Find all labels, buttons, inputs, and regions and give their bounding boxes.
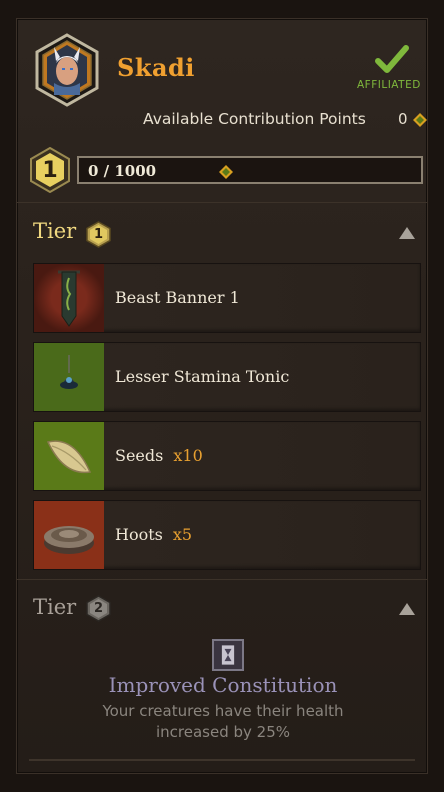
reward-label: Lesser Stamina Tonic — [115, 367, 290, 386]
level-number: 1 — [42, 157, 58, 183]
contribution-label: Available Contribution Points — [143, 110, 366, 128]
bottom-divider — [29, 759, 415, 761]
progress-text: 0 / 1000 — [88, 162, 157, 180]
reward-row[interactable]: Beast Banner 1 — [33, 263, 421, 333]
affiliation-status: AFFILIATED — [357, 79, 421, 91]
reward-label: Seeds x10 — [115, 446, 203, 465]
checkmark-icon — [375, 45, 409, 73]
hourglass-scroll-icon — [212, 639, 244, 671]
section-divider — [17, 202, 427, 203]
reward-row[interactable]: Lesser Stamina Tonic — [33, 342, 421, 412]
collapse-arrow-icon[interactable] — [399, 227, 415, 239]
faction-panel: Skadi AFFILIATED Available Contribution … — [16, 18, 428, 774]
contribution-gem-icon — [413, 113, 427, 127]
contribution-progress-bar: 0 / 1000 — [77, 156, 423, 184]
reward-label: Beast Banner 1 — [115, 288, 240, 307]
tier-1-number: 1 — [93, 227, 104, 242]
contribution-value: 0 — [398, 110, 408, 128]
hero-portrait[interactable] — [34, 33, 100, 107]
tier-1-label: Tier — [33, 219, 77, 243]
tier-1-header[interactable]: Tier 1 — [17, 213, 427, 253]
section-divider — [17, 579, 427, 580]
tonic-icon — [34, 343, 104, 411]
reward-row[interactable]: Hoots x5 — [33, 500, 421, 570]
reward-label: Hoots x5 — [115, 525, 193, 544]
tier-2-label: Tier — [33, 595, 77, 619]
hoots-icon — [34, 501, 104, 569]
tier-2-header[interactable]: Tier 2 — [17, 589, 427, 629]
perk-title: Improved Constitution — [108, 673, 338, 697]
hero-name: Skadi — [117, 53, 195, 82]
expand-arrow-icon[interactable] — [399, 603, 415, 615]
seeds-icon — [34, 422, 104, 490]
tier-2-number: 2 — [93, 601, 104, 616]
progress-gem-icon — [219, 165, 233, 179]
perk-description: Your creatures have their health increas… — [102, 702, 344, 741]
banner-icon — [34, 264, 104, 332]
reward-row[interactable]: Seeds x10 — [33, 421, 421, 491]
